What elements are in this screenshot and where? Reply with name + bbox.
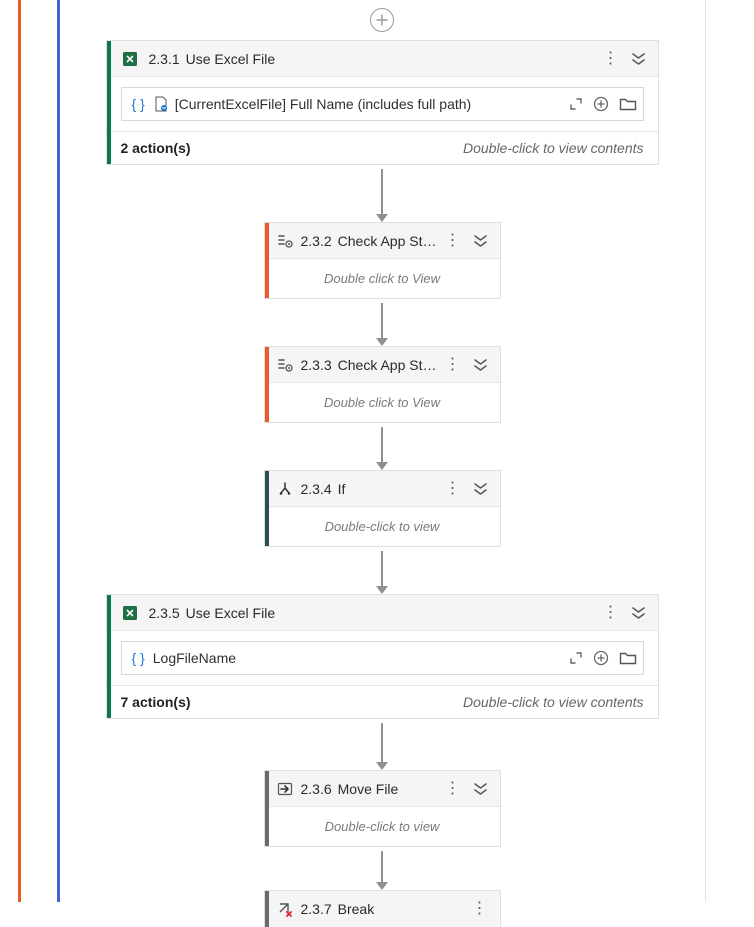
step-title: Break [338,901,472,917]
activity-break[interactable]: 2.3.7 Break ⋮ [264,890,501,927]
menu-dots-icon[interactable]: ⋮ [472,901,488,917]
step-number: 2.3.1 [149,51,180,67]
add-item-circle-icon[interactable] [593,96,609,112]
activity-use-excel-file-1[interactable]: 2.3.1 Use Excel File ⋮ { } [CurrentExcel… [106,40,659,165]
activity-header[interactable]: 2.3.3 Check App St… ⋮ [265,347,500,383]
folder-icon[interactable] [619,651,637,665]
accent-bar [265,471,269,546]
excel-path-text: LogFileName [153,650,563,666]
add-item-circle-icon[interactable] [593,650,609,666]
plus-icon [376,14,388,26]
collapse-icon[interactable] [631,52,646,66]
excel-path-input[interactable]: { } LogFileName [121,641,644,675]
step-number: 2.3.2 [301,233,332,249]
excel-icon [121,50,139,68]
collapse-icon[interactable] [473,482,488,496]
add-activity-button[interactable] [370,8,394,32]
activity-header[interactable]: 2.3.6 Move File ⋮ [265,771,500,807]
expand-corner-icon[interactable] [569,97,583,111]
action-count: 7 action(s) [121,694,191,710]
flow-connector [376,423,388,470]
excel-path-text: [CurrentExcelFile] Full Name (includes f… [175,96,563,112]
accent-bar [265,891,269,927]
expression-braces-icon[interactable]: { } [130,96,147,112]
accent-bar [265,347,269,422]
step-number: 2.3.4 [301,481,332,497]
activity-header[interactable]: 2.3.2 Check App St… ⋮ [265,223,500,259]
excel-path-input[interactable]: { } [CurrentExcelFile] Full Name (includ… [121,87,644,121]
activity-footer[interactable]: 2 action(s) Double-click to view content… [107,131,658,164]
collapse-icon[interactable] [473,782,488,796]
flow-connector [376,299,388,346]
step-number: 2.3.5 [149,605,180,621]
step-title: Move File [338,781,445,797]
accent-bar [107,41,111,164]
expand-corner-icon[interactable] [569,651,583,665]
step-number: 2.3.6 [301,781,332,797]
footer-hint: Double-click to view contents [463,140,644,156]
break-icon [277,901,293,917]
activity-header[interactable]: 2.3.7 Break ⋮ [265,891,500,927]
activity-body-hint: Double-click to view [265,507,500,546]
menu-dots-icon[interactable]: ⋮ [603,605,619,621]
activity-move-file[interactable]: 2.3.6 Move File ⋮ Double-click to view [264,770,501,847]
accent-bar [265,771,269,846]
collapse-icon[interactable] [473,234,488,248]
accent-bar [107,595,111,718]
menu-dots-icon[interactable]: ⋮ [445,233,461,249]
menu-dots-icon[interactable]: ⋮ [445,481,461,497]
excel-icon [121,604,139,622]
collapse-icon[interactable] [473,358,488,372]
menu-dots-icon[interactable]: ⋮ [445,781,461,797]
step-title: If [338,481,445,497]
flow-connector [376,847,388,890]
check-app-state-icon [277,233,293,249]
activity-header[interactable]: 2.3.1 Use Excel File ⋮ [107,41,658,77]
step-number: 2.3.3 [301,357,332,373]
outer-rail-orange [18,0,21,902]
expression-braces-icon[interactable]: { } [130,650,147,666]
menu-dots-icon[interactable]: ⋮ [603,51,619,67]
step-title: Check App St… [338,233,445,249]
outer-rail-blue [57,0,60,902]
activity-body-hint: Double click to View [265,383,500,422]
activity-body-hint: Double-click to view [265,807,500,846]
menu-dots-icon[interactable]: ⋮ [445,357,461,373]
step-number: 2.3.7 [301,901,332,917]
action-count: 2 action(s) [121,140,191,156]
activity-use-excel-file-2[interactable]: 2.3.5 Use Excel File ⋮ { } LogFileName [106,594,659,719]
activity-footer[interactable]: 7 action(s) Double-click to view content… [107,685,658,718]
step-title: Use Excel File [186,51,603,67]
activity-header[interactable]: 2.3.5 Use Excel File ⋮ [107,595,658,631]
activity-check-app-state-2[interactable]: 2.3.3 Check App St… ⋮ Double click to Vi… [264,346,501,423]
check-app-state-icon [277,357,293,373]
workflow-canvas: 2.3.1 Use Excel File ⋮ { } [CurrentExcel… [80,0,684,927]
activity-check-app-state-1[interactable]: 2.3.2 Check App St… ⋮ Double click to Vi… [264,222,501,299]
folder-icon[interactable] [619,97,637,111]
move-file-icon [277,781,293,797]
flow-connector [376,547,388,594]
flow-connector [376,719,388,770]
collapse-icon[interactable] [631,606,646,620]
flow-connector [376,165,388,222]
file-mail-icon [153,96,169,112]
activity-if[interactable]: 2.3.4 If ⋮ Double-click to view [264,470,501,547]
step-title: Check App St… [338,357,445,373]
accent-bar [265,223,269,298]
footer-hint: Double-click to view contents [463,694,644,710]
if-branch-icon [277,481,293,497]
activity-header[interactable]: 2.3.4 If ⋮ [265,471,500,507]
activity-body-hint: Double click to View [265,259,500,298]
outer-rail-right [705,0,706,902]
step-title: Use Excel File [186,605,603,621]
